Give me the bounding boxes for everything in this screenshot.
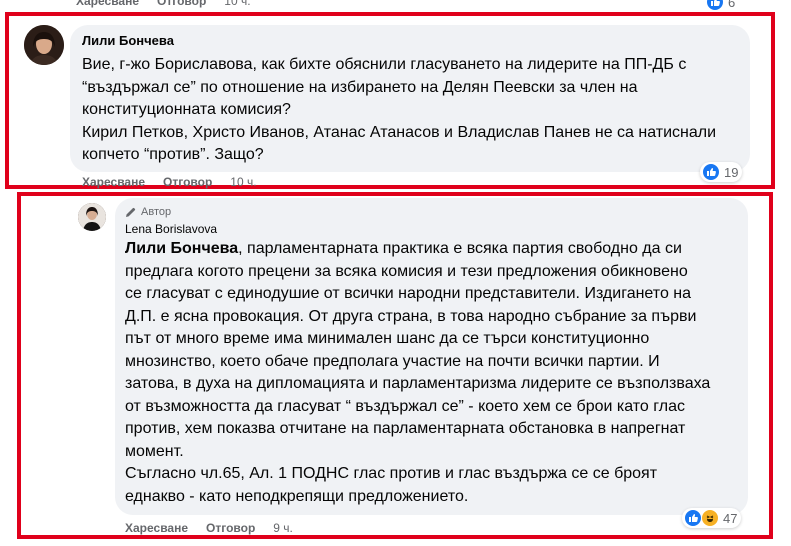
like-icon <box>702 163 720 181</box>
comment-line: копчето “против”. Защо? <box>82 146 264 164</box>
reply-line: се гласуват с единодушие от всички народ… <box>125 285 692 302</box>
timestamp: 10 ч. <box>224 0 251 8</box>
avatar[interactable] <box>78 203 106 231</box>
reply-action[interactable]: Отговор <box>163 175 212 189</box>
mention-link[interactable]: Лили Бончева <box>125 240 238 257</box>
reply-line: против, хем показва отчитане на парламен… <box>125 420 686 437</box>
reply-text: Лили Бончева, парламентарната практика е… <box>125 238 738 508</box>
like-icon <box>684 509 702 527</box>
reply-author[interactable]: Lena Borislavova <box>125 221 738 237</box>
comment-reactions[interactable]: 19 <box>700 162 743 182</box>
avatar[interactable] <box>24 25 64 65</box>
reply-line: от възможността да гласуват “ въздържал … <box>125 397 685 415</box>
reply-line: мнозинство, което обаче предполага участ… <box>125 352 660 370</box>
reply-action[interactable]: Отговор <box>206 521 255 535</box>
reaction-count: 6 <box>728 0 736 10</box>
reply-line: път от много време има минимален шанс да… <box>125 330 650 347</box>
author-badge-label: Автор <box>141 206 172 218</box>
comment-line: Вие, г-жо Бориславова, как бихте обяснил… <box>82 56 687 73</box>
reply-line: момент. <box>125 442 184 460</box>
reply-action[interactable]: Отговор <box>157 0 206 8</box>
reply-line: Съгласно чл.65, Ал. 1 ПОДНС глас против … <box>125 465 658 482</box>
reply-line: предлага когото прецени за всяка комисия… <box>125 262 688 280</box>
reaction-count: 47 <box>723 510 738 526</box>
reply-line: Лили Бончева, парламентарната практика е… <box>125 240 682 257</box>
like-action[interactable]: Харесване <box>76 0 139 8</box>
reply-bubble: Автор Lena Borislavova Лили Бончева, пар… <box>115 198 748 515</box>
previous-reactions[interactable]: 6 <box>706 0 735 11</box>
previous-comment-actions: Харесване Отговор 10 ч. <box>76 0 251 8</box>
comment-line: конституционната комисия? <box>82 101 291 119</box>
reply-actions: Харесване Отговор 9 ч. <box>125 521 293 535</box>
comment-text: Вие, г-жо Бориславова, как бихте обяснил… <box>82 54 738 167</box>
pencil-icon <box>125 207 136 218</box>
comment-author[interactable]: Лили Бончева <box>82 33 738 49</box>
reply-line: еднакво - като неподкрепящи предложениет… <box>125 487 469 505</box>
reply-line: затова, в духа на дипломацията и парламе… <box>125 375 711 392</box>
like-action[interactable]: Харесване <box>82 175 145 189</box>
comment-bubble: Лили Бончева Вие, г-жо Бориславова, как … <box>70 25 750 172</box>
timestamp[interactable]: 9 ч. <box>273 521 293 535</box>
comment-actions: Харесване Отговор 10 ч. <box>82 175 257 189</box>
comment-line: Кирил Петков, Христо Иванов, Атанас Атан… <box>82 123 717 141</box>
like-action[interactable]: Харесване <box>125 521 188 535</box>
like-icon <box>706 0 724 11</box>
reply-reactions[interactable]: 47 <box>682 508 742 528</box>
haha-icon <box>701 509 719 527</box>
reply-line: Д.П. е ясна провокация. От друга страна,… <box>125 307 697 325</box>
reaction-count: 19 <box>724 164 739 180</box>
timestamp[interactable]: 10 ч. <box>230 175 256 189</box>
comment-line: “въздържал се” по отношение на избиранет… <box>82 78 638 96</box>
author-badge: Автор <box>125 206 738 218</box>
